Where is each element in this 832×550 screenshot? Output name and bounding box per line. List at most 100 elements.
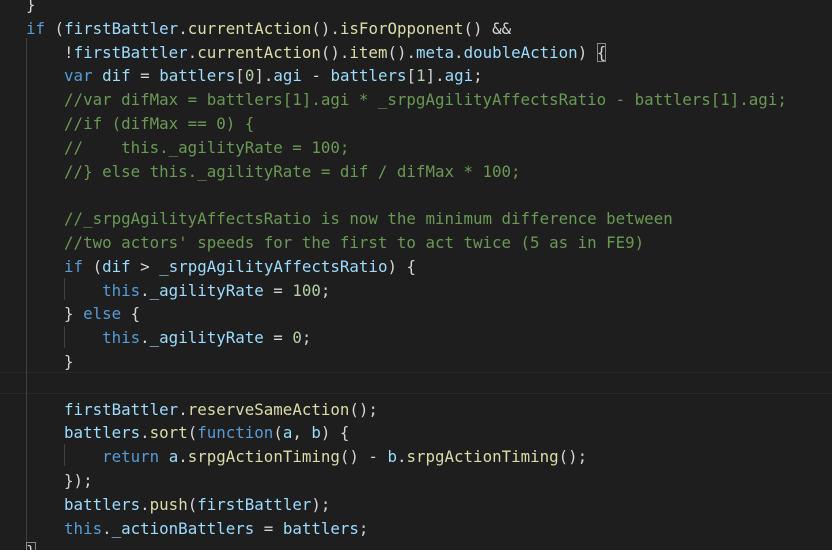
code-token: firstBattler (73, 42, 188, 62)
code-token: . (140, 328, 150, 348)
code-line[interactable]: }); (26, 469, 93, 493)
code-token: return (102, 447, 160, 467)
code-token: (). (387, 42, 416, 62)
code-token: battlers (64, 423, 141, 443)
code-token: . (178, 399, 188, 419)
code-token: dif (102, 66, 131, 86)
code-token: } (26, 0, 36, 14)
code-line[interactable]: !firstBattler.currentAction().item().met… (26, 41, 607, 65)
code-token: ) { (387, 256, 417, 276)
code-token: }); (26, 471, 93, 490)
code-token: 0 (292, 328, 302, 348)
code-token: 100 (292, 280, 321, 300)
code-token: - (301, 66, 331, 86)
code-token: srpgActionTiming (406, 447, 559, 467)
code-token: } (26, 352, 74, 371)
code-token: //if (difMax == 0) { (26, 114, 255, 133)
code-line[interactable]: // this._agilityRate = 100; (26, 136, 349, 160)
code-token: //} else this._agilityRate = dif / difMa… (26, 161, 521, 181)
code-token: battlers (330, 66, 407, 86)
code-token: doubleAction (463, 42, 578, 62)
bracket-match: { (596, 42, 607, 62)
code-line[interactable]: if (firstBattler.currentAction().isForOp… (26, 17, 511, 41)
code-line[interactable]: } (26, 0, 36, 17)
code-token: () - (339, 447, 388, 467)
code-token: . (178, 18, 188, 38)
code-token: ( (187, 423, 198, 443)
code-token: (). (320, 42, 350, 62)
current-line-highlight (0, 372, 832, 394)
code-token: 0 (244, 66, 255, 86)
code-token: = (263, 280, 293, 300)
code-token: reserveSameAction (187, 399, 350, 419)
code-token: a (168, 447, 179, 467)
code-token: b (387, 447, 397, 467)
code-token: //var difMax = battlers[1].agi * _srpgAg… (26, 90, 787, 110)
code-token: function (197, 423, 274, 443)
code-token: ; (473, 66, 483, 86)
code-token: isForOpponent (339, 18, 464, 38)
code-token: 1 (416, 66, 426, 86)
code-token: () && (463, 18, 512, 38)
code-token: battlers (64, 494, 141, 514)
code-line[interactable]: //} else this._agilityRate = dif / difMa… (26, 160, 521, 184)
code-token: . (140, 423, 150, 443)
code-token: [ (406, 66, 417, 86)
code-token: push (149, 494, 188, 514)
code-token: ) (577, 42, 597, 62)
code-line[interactable]: return a.srpgActionTiming() - b.srpgActi… (26, 445, 587, 469)
code-token: battlers (282, 518, 359, 538)
code-token: . (102, 518, 112, 538)
code-line[interactable]: //var difMax = battlers[1].agi * _srpgAg… (26, 88, 787, 112)
code-token: else (83, 304, 122, 324)
code-line[interactable]: this._agilityRate = 100; (26, 279, 330, 303)
code-token: ; (301, 328, 312, 348)
code-line[interactable]: this._actionBattlers = battlers; (26, 517, 368, 541)
code-line[interactable]: } (26, 540, 36, 550)
code-token: firstBattler (64, 18, 179, 38)
code-token: (). (311, 18, 340, 38)
code-token: ( (45, 18, 65, 38)
code-token: meta (416, 42, 455, 62)
code-line[interactable]: //_srpgAgilityAffectsRatio is now the mi… (26, 207, 673, 231)
code-line[interactable]: this._agilityRate = 0; (26, 326, 311, 350)
code-line[interactable]: battlers.sort(function(a, b) { (26, 421, 349, 445)
code-token: this (102, 328, 141, 348)
code-token: ; (320, 280, 331, 300)
code-token: ) { (320, 423, 350, 443)
code-line[interactable]: //two actors' speeds for the first to ac… (26, 231, 644, 255)
code-line[interactable]: firstBattler.reserveSameAction(); (26, 398, 378, 422)
code-token: _actionBattlers (111, 518, 255, 538)
code-token: //two actors' speeds for the first to ac… (26, 233, 645, 252)
code-editor[interactable]: } if (firstBattler.currentAction().isForO… (0, 0, 832, 550)
code-token: ; (358, 518, 369, 538)
code-token: > (130, 256, 160, 276)
code-token: [ (235, 66, 245, 86)
code-line[interactable]: battlers.push(firstBattler); (26, 493, 330, 517)
code-line[interactable]: if (dif > _srpgAgilityAffectsRatio) { (26, 255, 416, 279)
code-line[interactable]: } else { (26, 302, 140, 326)
code-token: firstBattler (64, 399, 179, 419)
code-token: . (178, 447, 188, 467)
code-token: , (292, 423, 312, 443)
code-token: if (26, 18, 46, 38)
code-token: currentAction (187, 18, 312, 38)
code-token: ); (311, 494, 331, 514)
code-token: = (254, 518, 283, 538)
code-token: ! (26, 42, 74, 62)
code-token: this (102, 280, 141, 300)
code-line[interactable]: //if (difMax == 0) { (26, 112, 254, 136)
code-line[interactable]: } (26, 350, 74, 374)
code-token: = (130, 66, 160, 86)
code-line[interactable]: var dif = battlers[0].agi - battlers[1].… (26, 64, 483, 88)
code-token: firstBattler (197, 494, 312, 514)
code-token: currentAction (197, 42, 321, 62)
code-token: . (454, 42, 464, 62)
